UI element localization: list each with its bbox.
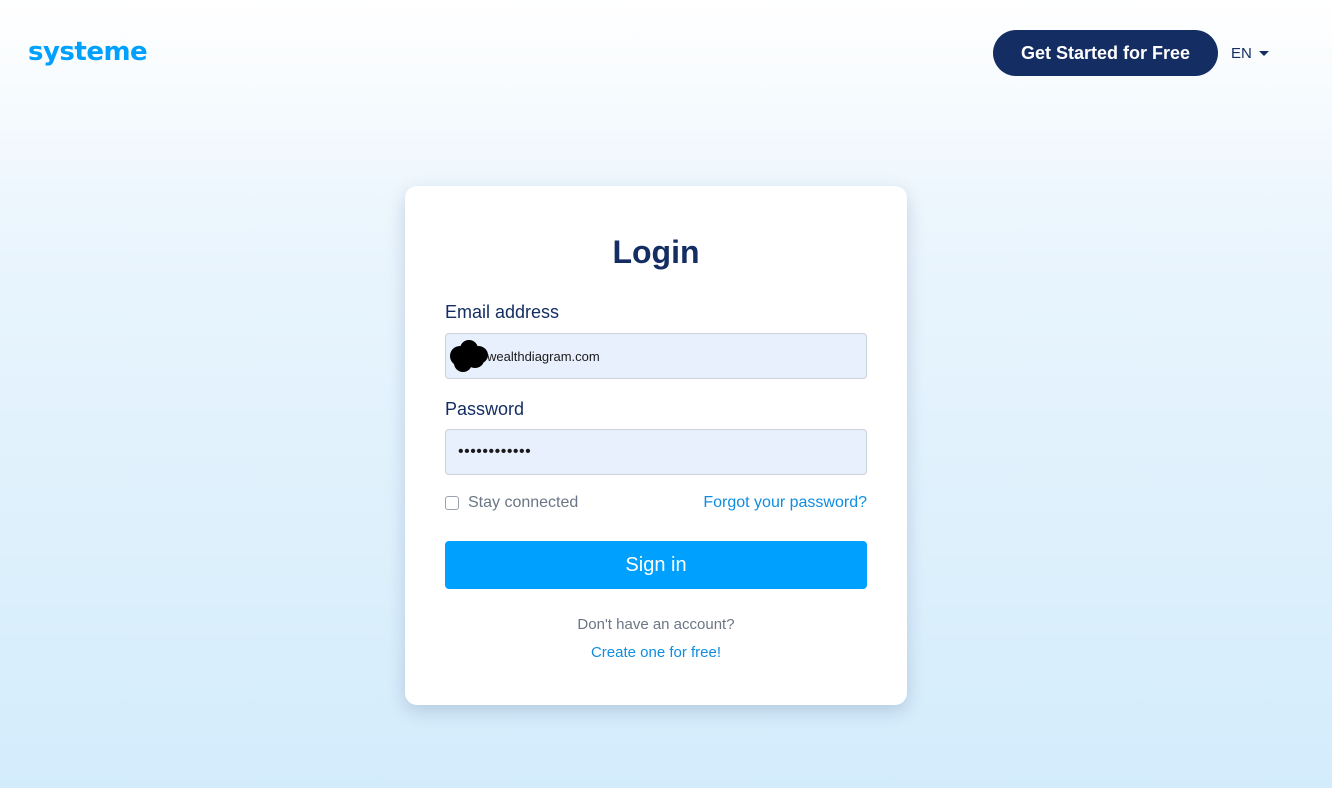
email-label: Email address	[445, 302, 560, 322]
no-account-text: Don't have an account?	[577, 616, 735, 633]
email-value: wealthdiagram.com	[487, 348, 600, 364]
language-selector[interactable]: EN	[1231, 42, 1269, 64]
get-started-button[interactable]: Get Started for Free	[993, 30, 1218, 76]
redaction-mark	[448, 340, 488, 372]
password-label: Password	[445, 399, 525, 419]
forgot-password-link[interactable]: Forgot your password?	[703, 494, 867, 512]
systeme-logo[interactable]: systeme	[28, 34, 148, 70]
sign-in-button[interactable]: Sign in	[445, 541, 867, 589]
login-options-row: Stay connected Forgot your password?	[445, 492, 867, 514]
stay-connected-label[interactable]: Stay connected	[468, 494, 578, 512]
login-title: Login	[612, 234, 700, 270]
email-input[interactable]: wealthdiagram.com	[445, 333, 867, 379]
stay-connected-option[interactable]: Stay connected	[445, 494, 578, 512]
password-input[interactable]: ••••••••••••	[445, 429, 867, 475]
stay-connected-checkbox[interactable]	[445, 496, 459, 510]
password-value: ••••••••••••	[458, 443, 532, 460]
create-account-link[interactable]: Create one for free!	[405, 644, 907, 662]
language-label: EN	[1231, 44, 1252, 62]
chevron-down-icon	[1258, 50, 1269, 56]
login-card: Login Email address wealthdiagram.com Pa…	[405, 186, 907, 705]
